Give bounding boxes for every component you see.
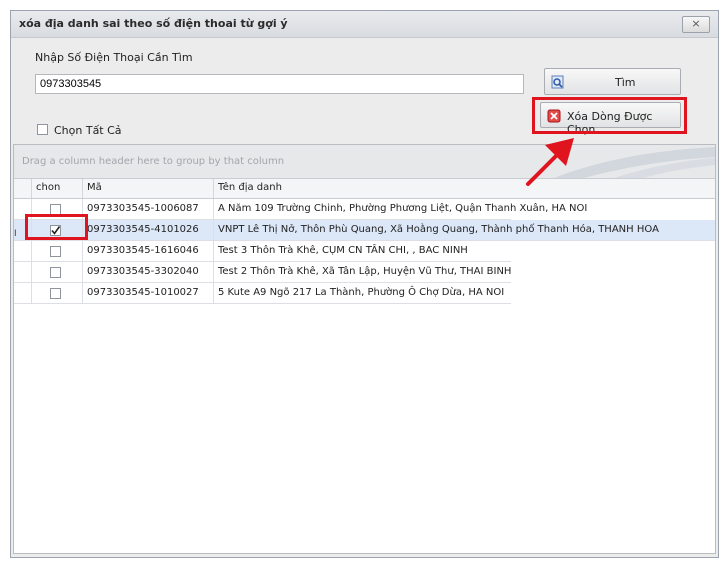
ma-cell: 0973303545-1010027 — [83, 283, 214, 303]
annotation-highlight-checkbox — [25, 214, 88, 240]
grid-header: chon Mã Tên địa danh — [14, 179, 715, 199]
row-indicator-header — [14, 179, 32, 198]
chon-cell — [32, 241, 83, 261]
group-panel[interactable]: Drag a column header here to group by th… — [14, 145, 715, 179]
annotation-highlight-delete-button — [532, 97, 687, 134]
chon-cell — [32, 283, 83, 303]
row-indicator-cell — [14, 262, 32, 282]
find-button-label: Tìm — [615, 76, 636, 89]
table-row[interactable]: 0973303545-1006087 A Năm 109 Trường Chin… — [14, 199, 587, 220]
column-header-chon[interactable]: chon — [32, 179, 83, 198]
ten-dia-danh-cell: Test 3 Thôn Trà Khê, CỤM CN TÂN CHI, , B… — [218, 245, 468, 256]
table-row[interactable]: 0973303545-3302040 Test 2 Thôn Trà Khê, … — [14, 262, 511, 283]
table-row[interactable]: 0973303545-1010027 5 Kute A9 Ngõ 217 La … — [14, 283, 511, 304]
row-checkbox[interactable] — [50, 267, 61, 278]
dialog-window: xóa địa danh sai theo số điện thoai từ g… — [10, 10, 719, 558]
select-all-label: Chọn Tất Cả — [54, 124, 122, 137]
table-row-selected[interactable]: I 0973303545-4101026 VNPT Lê Thị Nở, Thô… — [14, 220, 715, 241]
ten-dia-danh-cell: A Năm 109 Trường Chinh, Phường Phương Li… — [218, 203, 588, 214]
results-grid: Drag a column header here to group by th… — [13, 144, 716, 554]
row-indicator-cell — [14, 241, 32, 261]
ma-cell: 0973303545-4101026 — [83, 220, 214, 240]
ten-dia-danh-cell: VNPT Lê Thị Nở, Thôn Phù Quang, Xã Hoằng… — [218, 224, 659, 235]
column-header-ten-dia-danh[interactable]: Tên địa danh — [214, 179, 711, 198]
swoosh-decoration — [554, 147, 715, 178]
title-bar: xóa địa danh sai theo số điện thoai từ g… — [11, 11, 718, 38]
search-icon — [551, 75, 564, 89]
row-checkbox[interactable] — [50, 288, 61, 299]
ma-cell: 0973303545-1006087 — [83, 199, 214, 219]
column-header-ma[interactable]: Mã — [83, 179, 214, 198]
phone-search-input[interactable] — [35, 74, 524, 94]
search-label: Nhập Số Điện Thoại Cần Tìm — [35, 51, 193, 64]
find-button[interactable]: Tìm — [544, 68, 681, 95]
row-checkbox[interactable] — [50, 246, 61, 257]
close-button[interactable]: × — [682, 16, 710, 33]
window-title: xóa địa danh sai theo số điện thoai từ g… — [19, 17, 288, 30]
ma-cell: 0973303545-3302040 — [83, 262, 214, 282]
select-all-checkbox[interactable] — [37, 124, 48, 135]
ten-dia-danh-cell: Test 2 Thôn Trà Khê, Xã Tân Lập, Huyện V… — [218, 266, 512, 277]
ten-dia-danh-cell: 5 Kute A9 Ngõ 217 La Thành, Phường Ô Chợ… — [218, 287, 505, 298]
ma-cell: 0973303545-1616046 — [83, 241, 214, 261]
chon-cell — [32, 262, 83, 282]
row-indicator-cell — [14, 283, 32, 303]
table-row[interactable]: 0973303545-1616046 Test 3 Thôn Trà Khê, … — [14, 241, 511, 262]
